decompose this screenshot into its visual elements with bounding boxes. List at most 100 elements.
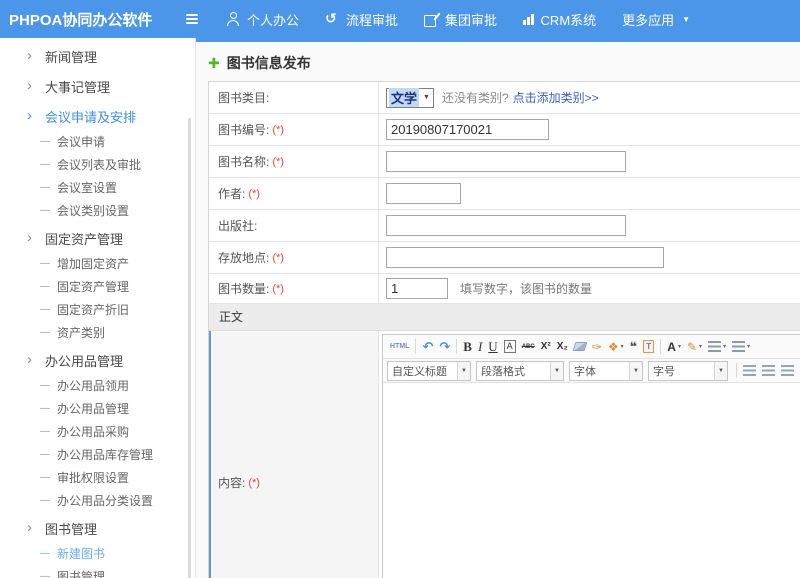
menu-crm-system[interactable]: CRM系统: [523, 10, 596, 29]
menu-process-approval[interactable]: 流程审批: [325, 10, 398, 29]
marker-icon[interactable]: ✎▾: [684, 337, 705, 357]
font-size-select[interactable]: 字号▼: [648, 361, 728, 381]
menu-personal-office[interactable]: 个人办公: [226, 10, 299, 29]
underline-icon[interactable]: U: [485, 337, 500, 357]
sidebar-item-supplies-category[interactable]: —办公用品分类设置: [0, 489, 195, 512]
sidebar-section-office-supplies-label: 办公用品管理: [45, 351, 123, 370]
format-brush-icon[interactable]: ✑: [589, 337, 605, 357]
sidebar-item-asset-manage[interactable]: —固定资产管理: [0, 275, 195, 298]
process-icon: [325, 12, 339, 26]
menu-group-approval[interactable]: 集团审批: [424, 10, 497, 29]
sidebar-item-book-manage[interactable]: —图书管理: [0, 565, 195, 578]
superscript-icon[interactable]: X²: [538, 337, 554, 357]
sidebar-item-add-asset[interactable]: —增加固定资产: [0, 252, 195, 275]
redo-icon[interactable]: ↷: [436, 337, 453, 357]
toolbar-separator: [456, 339, 457, 354]
align-left-icon[interactable]: [740, 361, 759, 381]
dash-icon: —: [40, 495, 50, 506]
blockquote-icon[interactable]: ❝: [627, 337, 641, 357]
redo-icon: ↷: [439, 339, 450, 355]
book-name-input[interactable]: [386, 151, 626, 172]
publisher-input[interactable]: [386, 215, 626, 236]
editor-content-area[interactable]: [383, 383, 800, 578]
subscript-icon[interactable]: X₂: [554, 337, 571, 357]
align-center-icon: [762, 365, 775, 376]
sidebar-item-meeting-list[interactable]: —会议列表及审批: [0, 153, 195, 176]
chevron-right-icon: ›: [27, 231, 39, 245]
ordered-list-icon[interactable]: ▾: [705, 337, 729, 357]
page-title: 图书信息发布: [227, 53, 311, 73]
sidebar-item-supplies-stock[interactable]: —办公用品库存管理: [0, 443, 195, 466]
sidebar-item-meeting-apply[interactable]: —会议申请: [0, 130, 195, 153]
form-row-author: 作者: (*): [209, 178, 800, 210]
sidebar-section-news[interactable]: ›新闻管理: [0, 42, 195, 70]
sidebar-item-asset-depreciation[interactable]: —固定资产折旧: [0, 298, 195, 321]
main-content: ✚ 图书信息发布 图书类目: 文学 ▼ 还没有类别? 点击添加类别>>: [196, 38, 800, 578]
undo-icon[interactable]: ↶: [419, 337, 436, 357]
sidebar-item-asset-category[interactable]: —资产类别: [0, 321, 195, 344]
chevron-down-icon: ▼: [423, 94, 430, 101]
sidebar-item-meeting-category[interactable]: —会议类别设置: [0, 199, 195, 222]
book-no-input[interactable]: [386, 119, 549, 140]
italic-icon[interactable]: I: [475, 337, 485, 357]
toolbar-separator: [415, 339, 416, 354]
quantity-input[interactable]: [386, 278, 448, 299]
bullet-list-icon: [732, 341, 745, 352]
sidebar-item-asset-depreciation-label: 固定资产折旧: [57, 301, 129, 318]
chevron-down-icon: ▼: [629, 362, 642, 380]
location-input[interactable]: [386, 247, 664, 268]
sidebar-item-supplies-manage[interactable]: —办公用品管理: [0, 397, 195, 420]
author-input[interactable]: [386, 183, 461, 204]
font-color-icon: A: [667, 340, 676, 354]
chevron-down-icon: ▼: [550, 362, 563, 380]
bold-icon: B: [463, 339, 472, 355]
sidebar-item-supplies-manage-label: 办公用品管理: [57, 400, 129, 417]
sidebar-item-supplies-purchase[interactable]: —办公用品采购: [0, 420, 195, 443]
toolbar-separator: [736, 363, 737, 378]
eraser-icon: [572, 342, 587, 351]
format-brush-icon: ✑: [592, 340, 602, 354]
sidebar-section-events[interactable]: ›大事记管理: [0, 72, 195, 100]
hamburger-menu-icon[interactable]: [186, 14, 198, 24]
sidebar-item-supplies-purchase-label: 办公用品采购: [57, 423, 129, 440]
dash-icon: —: [40, 380, 50, 391]
sidebar: ›新闻管理›大事记管理›会议申请及安排—会议申请—会议列表及审批—会议室设置—会…: [0, 38, 196, 578]
required-marker: (*): [272, 156, 284, 168]
paste-icon[interactable]: [640, 337, 657, 357]
sidebar-item-meeting-list-label: 会议列表及审批: [57, 156, 141, 173]
sidebar-section-office-supplies[interactable]: ›办公用品管理: [0, 346, 195, 374]
autotypeset-icon: A: [504, 340, 516, 353]
paragraph-format-select[interactable]: 段落格式▼: [476, 361, 564, 381]
sidebar-item-supplies-claim[interactable]: —办公用品领用: [0, 374, 195, 397]
sidebar-section-books[interactable]: ›图书管理: [0, 514, 195, 542]
category-select[interactable]: 文学 ▼: [386, 88, 434, 108]
sidebar-item-meeting-room[interactable]: —会议室设置: [0, 176, 195, 199]
sidebar-item-new-book[interactable]: —新建图书: [0, 542, 195, 565]
eraser-icon[interactable]: [571, 337, 589, 357]
dash-icon: —: [40, 205, 50, 216]
sidebar-section-fixed-assets-label: 固定资产管理: [45, 229, 123, 248]
sidebar-section-books-label: 图书管理: [45, 519, 97, 538]
align-left-icon: [743, 365, 756, 376]
sidebar-section-fixed-assets[interactable]: › 固定资产管理: [0, 224, 195, 252]
html-source-button[interactable]: HTML: [387, 337, 412, 357]
autotypeset-icon[interactable]: A: [501, 337, 519, 357]
align-center-icon[interactable]: [759, 361, 778, 381]
font-family-select[interactable]: 字体▼: [569, 361, 643, 381]
font-color-icon[interactable]: A▾: [664, 337, 684, 357]
bold-icon[interactable]: B: [460, 337, 475, 357]
chevron-right-icon: ›: [27, 109, 39, 123]
chevron-down-icon: ▾: [699, 343, 702, 350]
custom-title-select[interactable]: 自定义标题▼: [387, 361, 471, 381]
align-right-icon[interactable]: [778, 361, 797, 381]
color-pen-icon[interactable]: ❖▾: [605, 337, 627, 357]
bullet-list-icon[interactable]: ▾: [729, 337, 753, 357]
sidebar-item-approval-permission[interactable]: —审批权限设置: [0, 466, 195, 489]
strikethrough-icon[interactable]: ABC: [519, 337, 538, 357]
menu-more-apps[interactable]: 更多应用▼: [622, 10, 690, 29]
sidebar-section-meeting[interactable]: ›会议申请及安排: [0, 102, 195, 130]
author-label: 作者:: [218, 185, 245, 202]
sidebar-scrollbar[interactable]: [188, 118, 191, 578]
add-category-link[interactable]: 点击添加类别>>: [513, 89, 599, 106]
form-row-category: 图书类目: 文学 ▼ 还没有类别? 点击添加类别>>: [209, 82, 800, 114]
